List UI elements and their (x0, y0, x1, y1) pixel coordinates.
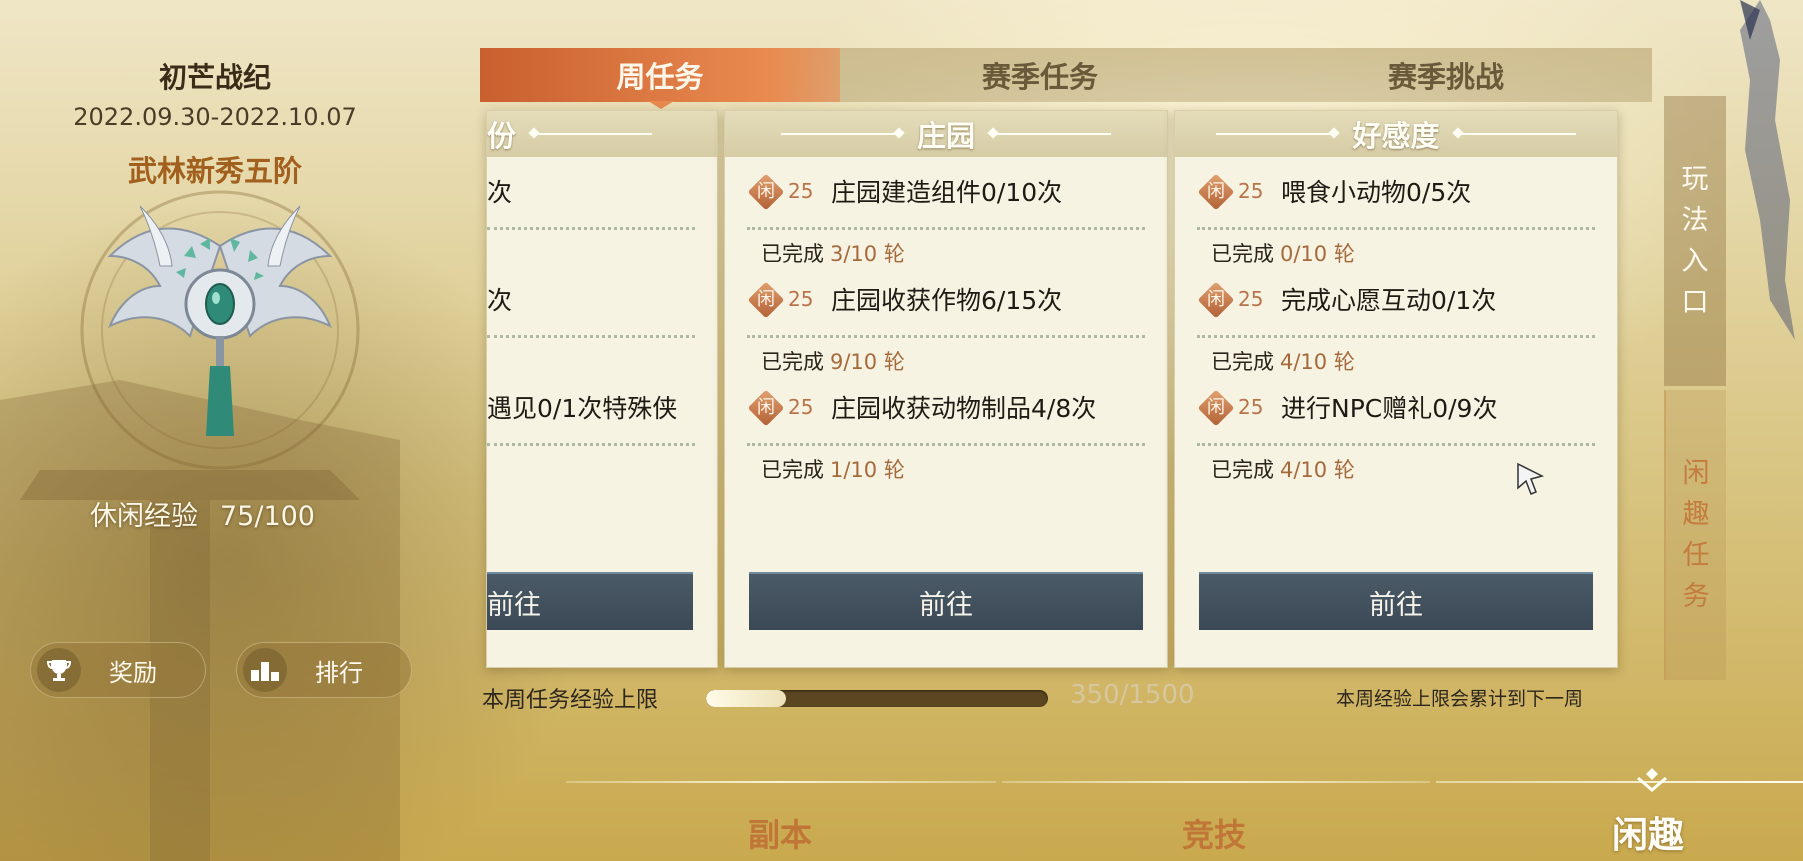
task-row: 闲 25 庄园收获作物6/15次 已完成 9/10 轮 (725, 265, 1167, 374)
task-row: 闲 25 庄园建造组件0/10次 已完成 3/10 轮 (725, 157, 1167, 266)
go-button[interactable]: 前往 (1199, 572, 1593, 630)
leisure-exp: 休闲经验 75/100 (90, 494, 315, 533)
task-rounds: 已完成 0/10 轮 (1211, 242, 1355, 266)
task-row: 闲 25 完成心愿互动0/1次 已完成 4/10 轮 (1175, 265, 1617, 374)
ranking-label: 排行 (315, 658, 363, 687)
rewards-button[interactable]: 奖励 (30, 642, 206, 698)
task-name: 遇见0/1次特殊侠 (487, 394, 678, 423)
weekly-cap-value: 350/1500 (1070, 680, 1195, 710)
nav-active-marker-icon (1637, 768, 1667, 792)
task-points: 25 (1238, 395, 1264, 419)
leisure-badge-icon: 闲 (747, 173, 785, 211)
task-rounds: 已完成 1/10 轮 (761, 458, 905, 482)
task-card-manor: 庄园 闲 25 庄园建造组件0/10次 已完成 3/10 轮 闲 25 庄园收获作… (724, 110, 1168, 668)
task-name: 庄园收获动物制品4/8次 (831, 394, 1097, 423)
task-row: 次 (487, 265, 717, 373)
leisure-badge-icon: 闲 (747, 389, 785, 427)
podium-icon (243, 648, 287, 692)
tab-weekly-tasks[interactable]: 周任务 (480, 48, 840, 102)
task-name: 完成心愿互动0/1次 (1281, 286, 1497, 315)
weekly-cap-label: 本周任务经验上限 (482, 688, 659, 713)
mouse-cursor-icon (1517, 462, 1545, 495)
card-header: 份 (487, 111, 717, 157)
task-card-affinity: 好感度 闲 25 喂食小动物0/5次 已完成 0/10 轮 闲 25 完成心愿互动… (1174, 110, 1618, 668)
task-row: 闲 25 庄园收获动物制品4/8次 已完成 1/10 轮 (725, 373, 1167, 482)
ranking-button[interactable]: 排行 (236, 642, 412, 698)
leisure-exp-label: 休闲经验 (90, 501, 198, 532)
task-row: 闲 25 进行NPC赠礼0/9次 已完成 4/10 轮 (1175, 373, 1617, 482)
task-row: 闲 25 喂食小动物0/5次 已完成 0/10 轮 (1175, 157, 1617, 266)
task-points: 25 (1238, 179, 1264, 203)
task-name: 庄园收获作物6/15次 (831, 286, 1063, 315)
tab-season-challenge[interactable]: 赛季挑战 (1240, 48, 1652, 102)
card-title: 好感度 (1352, 119, 1440, 153)
side-tab-gameplay-entry[interactable]: 玩法入口 (1664, 96, 1726, 386)
active-tab-indicator (648, 101, 674, 109)
season-date-range: 2022.09.30-2022.10.07 (73, 103, 357, 131)
task-points: 25 (788, 179, 814, 203)
task-card-partial: 份 次 次 遇见0/1次特殊侠 前往 (486, 110, 718, 668)
side-tab-leisure-tasks[interactable]: 闲趣任务 (1664, 390, 1726, 680)
nav-arena[interactable]: 竞技 (1182, 810, 1246, 856)
nav-leisure[interactable]: 闲趣 (1612, 806, 1684, 858)
leisure-badge-icon: 闲 (1197, 389, 1235, 427)
leisure-exp-value: 75/100 (220, 501, 315, 532)
go-button[interactable]: 前往 (749, 572, 1143, 630)
card-title: 庄园 (916, 119, 975, 153)
weekly-cap-progress-bar (706, 690, 1048, 707)
season-rank: 武林新秀五阶 (127, 154, 302, 188)
task-rounds: 已完成 3/10 轮 (761, 242, 905, 266)
tab-season-tasks[interactable]: 赛季任务 (840, 48, 1240, 102)
task-tab-bar: 周任务 赛季任务 赛季挑战 (480, 48, 1652, 102)
silver-wing-badge-icon (107, 205, 333, 436)
task-name: 次 (487, 178, 513, 207)
task-name: 庄园建造组件0/10次 (831, 178, 1063, 207)
task-points: 25 (788, 395, 814, 419)
task-name: 喂食小动物0/5次 (1281, 178, 1472, 207)
card-header: 好感度 (1175, 111, 1617, 157)
task-points: 25 (788, 287, 814, 311)
season-title: 初芒战纪 (158, 61, 271, 94)
card-header: 庄园 (725, 111, 1167, 157)
weekly-cap-note: 本周经验上限会累计到下一周 (1336, 688, 1584, 710)
weekly-cap-progress-fill (706, 690, 786, 707)
rewards-label: 奖励 (109, 658, 157, 687)
trophy-icon (37, 648, 81, 692)
leisure-badge-icon: 闲 (1197, 173, 1235, 211)
go-button[interactable]: 前往 (487, 572, 693, 630)
task-rounds: 已完成 9/10 轮 (761, 350, 905, 374)
task-row: 遇见0/1次特殊侠 (487, 373, 717, 481)
nav-dungeon[interactable]: 副本 (748, 810, 812, 856)
task-rounds: 已完成 4/10 轮 (1211, 458, 1355, 482)
task-rounds: 已完成 4/10 轮 (1211, 350, 1355, 374)
leisure-badge-icon: 闲 (747, 281, 785, 319)
task-row: 次 (487, 157, 717, 265)
task-name: 进行NPC赠礼0/9次 (1281, 394, 1498, 423)
task-points: 25 (1238, 287, 1264, 311)
card-title: 份 (487, 119, 517, 153)
task-name: 次 (487, 286, 513, 315)
leisure-badge-icon: 闲 (1197, 281, 1235, 319)
